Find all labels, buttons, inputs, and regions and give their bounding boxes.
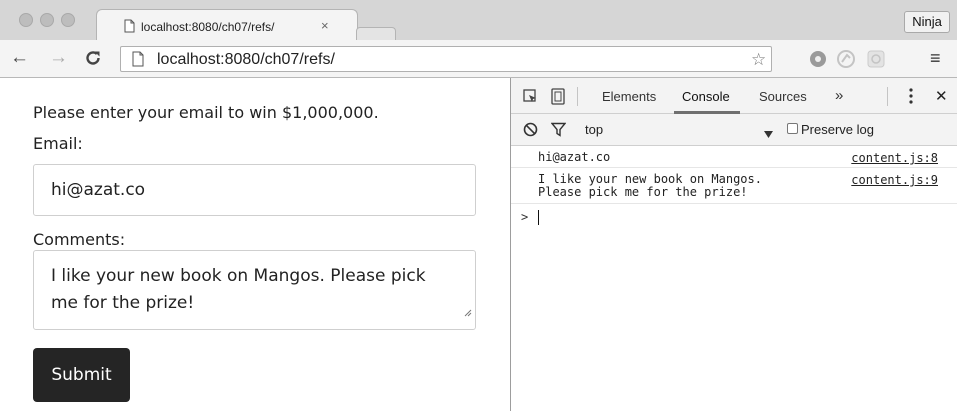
console-message: hi@azat.co content.js:8 <box>511 146 957 168</box>
toolbar-divider <box>887 87 888 106</box>
page-content: Please enter your email to win $1,000,00… <box>0 78 510 411</box>
more-tabs-button[interactable]: » <box>835 87 843 104</box>
tab-close-icon[interactable]: × <box>321 18 329 33</box>
console-filter-bar: top Preserve log <box>511 114 957 146</box>
bookmark-star-icon[interactable]: ☆ <box>751 50 766 70</box>
browser-toolbar: ← → localhost:8080/ch07/refs/ ☆ ≡ <box>0 40 957 78</box>
device-icon[interactable] <box>551 88 565 110</box>
preserve-log-checkbox[interactable] <box>787 123 798 134</box>
tab-strip: localhost:8080/ch07/refs/ × Ninja <box>0 0 957 40</box>
address-bar[interactable]: localhost:8080/ch07/refs/ ☆ <box>120 46 772 72</box>
console-source-link[interactable]: content.js:9 <box>851 173 938 187</box>
console-message-text: I like your new book on Mangos. Please p… <box>538 172 762 199</box>
console-output: hi@azat.co content.js:8 I like your new … <box>511 146 957 411</box>
window-minimize-icon[interactable] <box>40 13 54 27</box>
browser-tab[interactable]: localhost:8080/ch07/refs/ × <box>96 9 358 40</box>
browser-window: localhost:8080/ch07/refs/ × Ninja ← → lo… <box>0 0 957 411</box>
window-close-icon[interactable] <box>19 13 33 27</box>
context-select[interactable]: top <box>585 122 603 137</box>
console-message: I like your new book on Mangos. Please p… <box>511 168 957 204</box>
devtools-tabbar: Elements Console Sources » ✕ <box>511 78 957 114</box>
tab-elements[interactable]: Elements <box>602 89 656 104</box>
inspect-icon[interactable] <box>523 89 538 109</box>
menu-icon[interactable]: ≡ <box>930 49 941 67</box>
intro-text: Please enter your email to win $1,000,00… <box>33 103 379 122</box>
extension-icon[interactable] <box>836 49 856 74</box>
comments-label: Comments: <box>33 230 126 249</box>
tab-console[interactable]: Console <box>682 89 730 104</box>
tab-sources[interactable]: Sources <box>759 89 807 104</box>
reload-icon[interactable] <box>84 49 102 72</box>
email-value: hi@azat.co <box>51 180 146 200</box>
dropdown-arrow-icon[interactable] <box>764 125 773 143</box>
text-caret <box>538 210 539 225</box>
extension-icon[interactable] <box>808 49 828 74</box>
preserve-log-label: Preserve log <box>801 122 874 137</box>
email-label: Email: <box>33 134 83 153</box>
resize-grip-icon[interactable] <box>464 299 472 326</box>
email-field[interactable]: hi@azat.co <box>33 164 476 216</box>
profile-button[interactable]: Ninja <box>904 11 950 33</box>
devtools-panel: Elements Console Sources » ✕ top Preserv <box>510 78 957 411</box>
new-tab-button[interactable] <box>356 27 396 40</box>
page-icon <box>132 51 144 72</box>
filter-icon[interactable] <box>550 122 567 142</box>
console-source-link[interactable]: content.js:8 <box>851 151 938 165</box>
console-message-text: hi@azat.co <box>538 150 611 164</box>
close-devtools-icon[interactable]: ✕ <box>935 87 948 105</box>
clear-console-icon[interactable] <box>523 122 538 142</box>
more-vertical-icon[interactable] <box>909 88 913 109</box>
console-input[interactable]: > <box>511 204 957 230</box>
extension-icon[interactable] <box>866 49 886 74</box>
back-button[interactable]: ← <box>10 48 29 68</box>
comments-textarea[interactable]: I like your new book on Mangos. Please p… <box>33 250 476 330</box>
page-icon <box>124 19 135 38</box>
forward-button[interactable]: → <box>49 48 68 68</box>
comments-value: I like your new book on Mangos. Please p… <box>51 266 426 313</box>
console-prompt: > <box>521 210 529 224</box>
tab-title: localhost:8080/ch07/refs/ <box>141 20 275 34</box>
submit-button[interactable]: Submit <box>33 348 130 402</box>
window-zoom-icon[interactable] <box>61 13 75 27</box>
toolbar-divider <box>577 87 578 106</box>
url-text: localhost:8080/ch07/refs/ <box>157 51 335 68</box>
